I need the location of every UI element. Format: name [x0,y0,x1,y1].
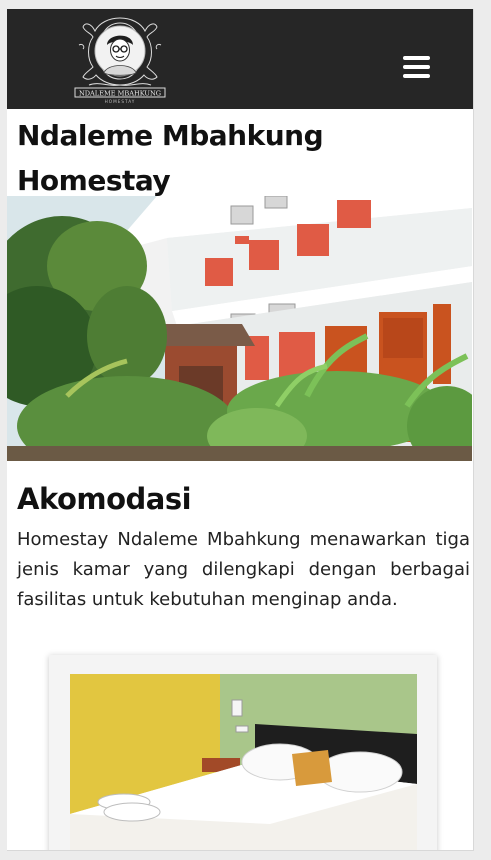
page-frame: NDALEME MBAHKUNG HOMESTAY Ndaleme Mbahku… [7,9,474,851]
navbar: NDALEME MBAHKUNG HOMESTAY [7,9,473,109]
brand-name: NDALEME MBAHKUNG [79,90,161,98]
room-photo [70,674,417,850]
accommodation-description: Homestay Ndaleme Mbahkung menawarkan tig… [17,529,470,610]
page-title: Ndaleme Mbahkung Homestay [17,119,324,197]
hamburger-menu-icon[interactable] [403,56,430,78]
accommodation-heading: Akomodasi [17,482,192,516]
brand-tagline: HOMESTAY [105,99,136,104]
room-card[interactable] [49,655,437,850]
brand-logo[interactable]: NDALEME MBAHKUNG HOMESTAY [69,15,171,105]
homestay-exterior-photo [7,196,472,461]
